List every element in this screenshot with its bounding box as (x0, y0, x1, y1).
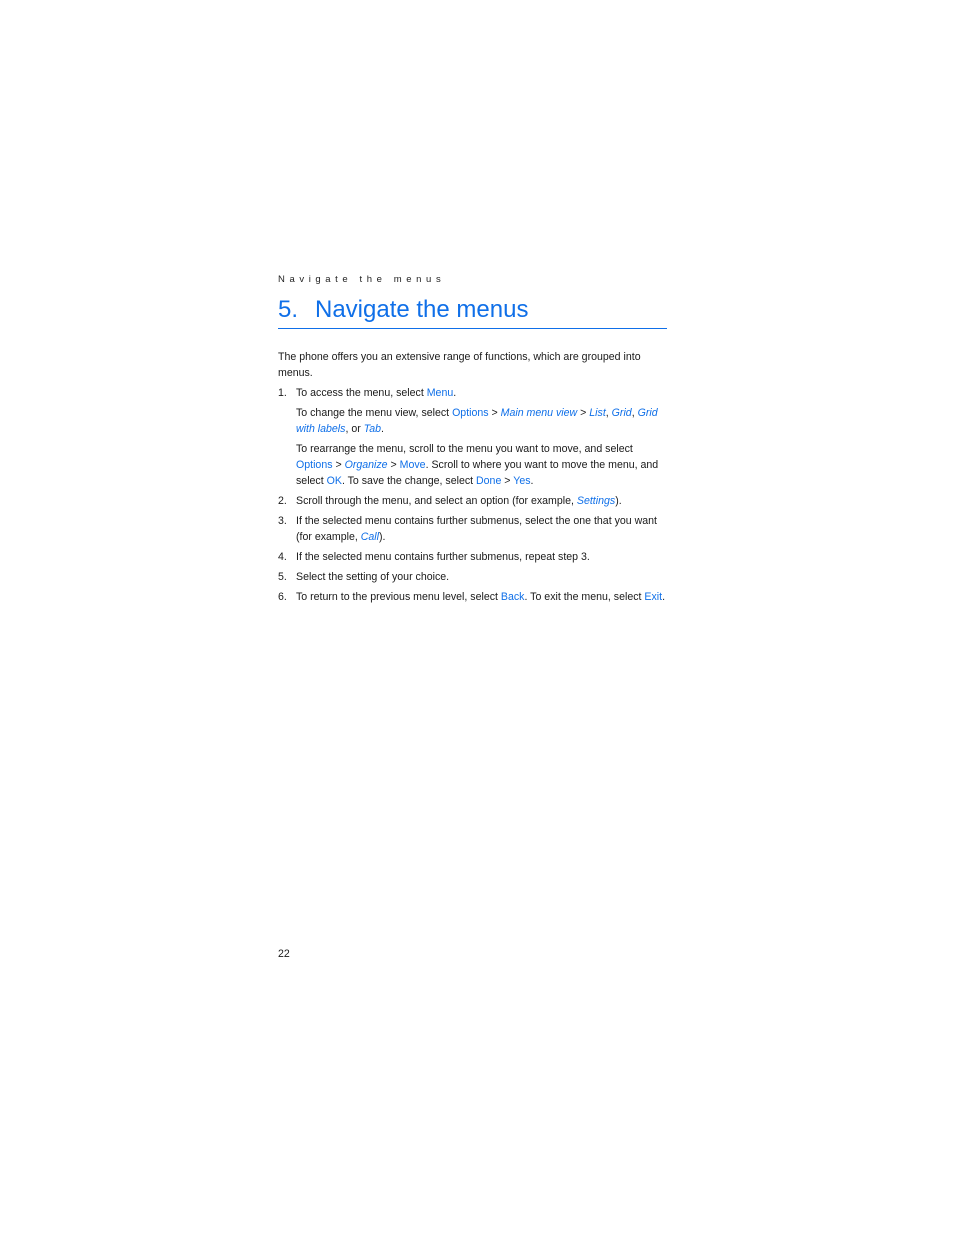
menu-option: Main menu view (500, 407, 578, 419)
menu-command: Back (500, 591, 525, 603)
menu-option: Grid (611, 407, 632, 419)
step-subparagraph: To change the menu view, select Options … (296, 405, 670, 437)
step-text: Scroll through the menu, and select an o… (296, 493, 670, 509)
step-item: 3. If the selected menu contains further… (278, 513, 670, 545)
text: To access the menu, select (296, 387, 427, 399)
step-subparagraph: To rearrange the menu, scroll to the men… (296, 441, 670, 489)
menu-command: OK (326, 475, 342, 487)
step-number: 3. (278, 515, 287, 527)
menu-option: Call (360, 531, 380, 543)
text: To change the menu view, select (296, 407, 453, 419)
separator: > (488, 407, 501, 419)
step-text: To return to the previous menu level, se… (296, 589, 670, 605)
chapter-number: 5. (278, 296, 299, 323)
separator: > (577, 407, 590, 419)
chapter-title: 5. Navigate the menus (278, 294, 667, 329)
separator: > (501, 475, 514, 487)
menu-command: Options (296, 459, 333, 471)
menu-option: Tab (363, 423, 382, 435)
menu-option: Settings (576, 495, 616, 507)
step-item: 1. To access the menu, select Menu. To c… (278, 385, 670, 489)
separator: > (387, 459, 400, 471)
step-number: 6. (278, 591, 287, 603)
menu-command: Yes (513, 475, 531, 487)
step-number: 2. (278, 495, 287, 507)
step-text: Select the setting of your choice. (296, 571, 450, 583)
intro-paragraph: The phone offers you an extensive range … (278, 351, 641, 379)
page-number: 22 (278, 948, 290, 960)
chapter-content: The phone offers you an extensive range … (278, 349, 670, 609)
step-item: 5. Select the setting of your choice. (278, 569, 670, 585)
menu-command: Options (452, 407, 489, 419)
text: To return to the previous menu level, se… (296, 591, 501, 603)
step-item: 2. Scroll through the menu, and select a… (278, 493, 670, 509)
steps-list: 1. To access the menu, select Menu. To c… (278, 385, 670, 605)
menu-command: Menu (426, 387, 454, 399)
text: . (381, 423, 384, 435)
step-text: To access the menu, select Menu. (296, 385, 670, 401)
step-item: 4. If the selected menu contains further… (278, 549, 670, 565)
text: . (530, 475, 534, 487)
text: Scroll through the menu, and select an o… (296, 495, 577, 507)
text: ). (379, 531, 386, 543)
text: . (662, 591, 666, 603)
text: To rearrange the menu, scroll to the men… (296, 443, 633, 455)
running-head: Navigate the menus (278, 274, 446, 285)
step-text: If the selected menu contains further su… (296, 551, 590, 563)
step-number: 1. (278, 387, 287, 399)
separator: > (332, 459, 345, 471)
step-number: 4. (278, 551, 287, 563)
menu-command: Move (399, 459, 426, 471)
chapter-title-text: Navigate the menus (315, 296, 529, 323)
text: . To exit the menu, select (524, 591, 645, 603)
step-number: 5. (278, 571, 287, 583)
text: ). (615, 495, 622, 507)
separator: , or (345, 423, 364, 435)
menu-command: Done (476, 475, 502, 487)
text: . (453, 387, 457, 399)
menu-option: Organize (344, 459, 388, 471)
menu-command: Exit (644, 591, 663, 603)
step-text: If the selected menu contains further su… (296, 513, 670, 545)
text: . To save the change, select (341, 475, 477, 487)
step-item: 6. To return to the previous menu level,… (278, 589, 670, 605)
menu-option: List (589, 407, 606, 419)
text: If the selected menu contains further su… (296, 515, 657, 543)
